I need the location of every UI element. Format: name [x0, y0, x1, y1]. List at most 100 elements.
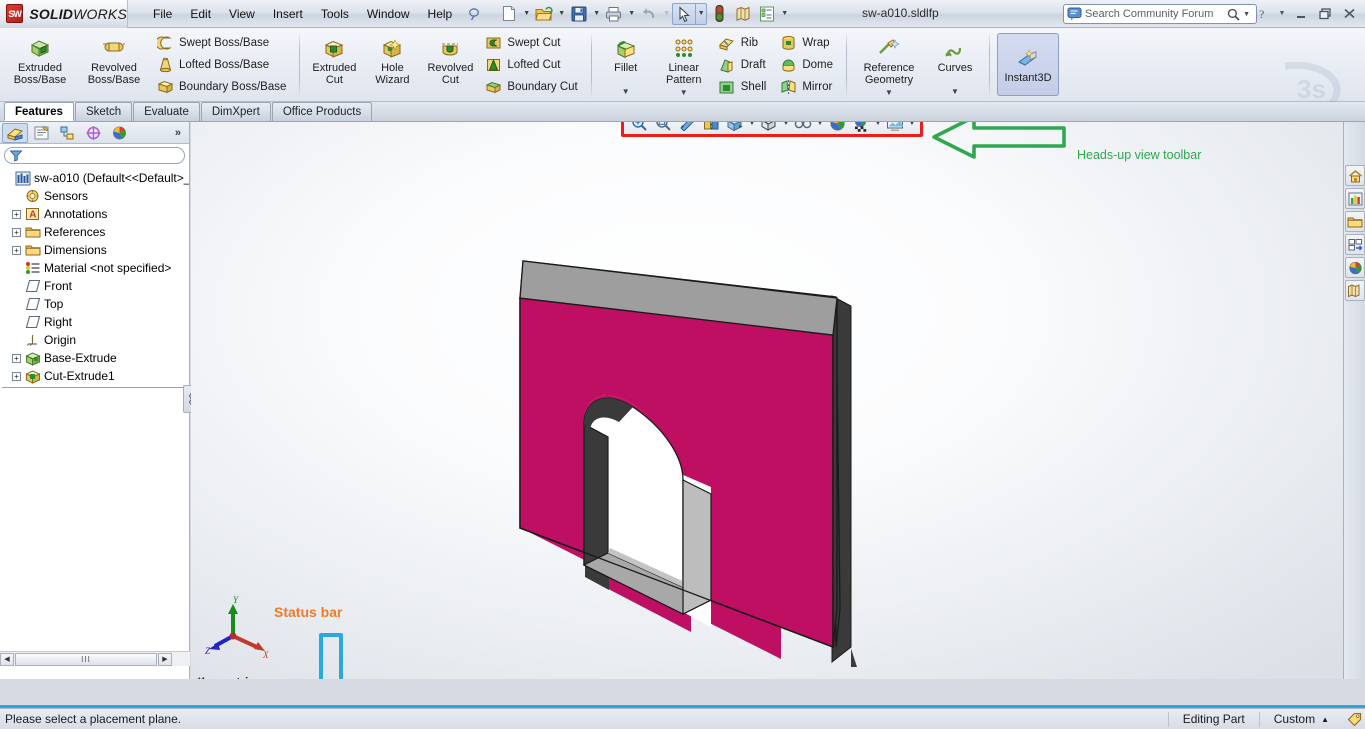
tab-office-products[interactable]: Office Products: [272, 102, 372, 121]
feature-tree-filter[interactable]: [4, 147, 185, 164]
search-caret-icon[interactable]: ▼: [1240, 11, 1253, 18]
tree-item-front-plane[interactable]: Front: [2, 277, 189, 295]
expand-references-icon[interactable]: +: [12, 228, 21, 237]
tab-dimxpert[interactable]: DimXpert: [201, 102, 271, 121]
dome-button[interactable]: Dome: [776, 54, 839, 76]
expand-base-extrude-icon[interactable]: +: [12, 354, 21, 363]
panel-tabs-more-button[interactable]: »: [175, 127, 181, 139]
zoom-to-area-icon[interactable]: [651, 122, 675, 134]
select-pointer-icon[interactable]: [672, 3, 696, 25]
zoom-to-fit-icon[interactable]: [627, 122, 651, 134]
solidworks-logo[interactable]: SW SOLIDWORKS: [0, 0, 128, 28]
graphics-viewport[interactable]: ▼ ▼ ▼ ▼ ▼ Heads-up view toolb: [191, 122, 1365, 679]
expand-dimensions-icon[interactable]: +: [12, 246, 21, 255]
linear-pattern-button[interactable]: Linear Pattern ▼: [655, 29, 713, 100]
feature-tree-hscrollbar[interactable]: ◀ III ▶: [0, 651, 190, 666]
reference-geometry-button[interactable]: Reference Geometry ▼: [852, 29, 926, 100]
tree-item-dimensions[interactable]: + Dimensions: [2, 241, 189, 259]
tree-item-base-extrude[interactable]: + Base-Extrude: [2, 349, 189, 367]
display-style-caret-icon[interactable]: ▼: [781, 122, 791, 134]
minimize-window-icon[interactable]: [1194, 122, 1209, 123]
extruded-boss-base-button[interactable]: Extruded Boss/Base: [3, 29, 77, 100]
tab-evaluate[interactable]: Evaluate: [133, 102, 200, 121]
dimxpert-icon[interactable]: [80, 123, 106, 143]
tag-icon[interactable]: [1343, 712, 1365, 726]
tree-item-cut-extrude1[interactable]: + Cut-Extrude1: [2, 367, 189, 385]
previous-view-icon[interactable]: [675, 122, 699, 134]
tree-item-origin[interactable]: Origin: [2, 331, 189, 349]
open-document-caret-icon[interactable]: ▼: [556, 3, 567, 25]
tree-item-part-root[interactable]: sw-a010 (Default<<Default>_P: [2, 169, 189, 187]
tree-rollback-bar[interactable]: [2, 387, 189, 388]
save-caret-icon[interactable]: ▼: [591, 3, 602, 25]
tree-item-right-plane[interactable]: Right: [2, 313, 189, 331]
scroll-thumb[interactable]: III: [15, 653, 157, 666]
close-icon[interactable]: [1339, 4, 1359, 23]
help-caret-icon[interactable]: ▼: [1277, 4, 1287, 23]
save-icon[interactable]: [567, 3, 591, 25]
expand-annotations-icon[interactable]: +: [12, 210, 21, 219]
scroll-left-arrow[interactable]: ◀: [0, 653, 14, 666]
view-settings-icon[interactable]: [883, 122, 907, 134]
file-explorer-icon[interactable]: [1345, 211, 1365, 232]
pushpin-icon[interactable]: [465, 5, 483, 23]
two-view-vertical-icon[interactable]: [1172, 122, 1187, 123]
apply-scene-icon[interactable]: [849, 122, 873, 134]
open-document-icon[interactable]: [532, 3, 556, 25]
draft-button[interactable]: Draft: [715, 54, 773, 76]
revolved-cut-button[interactable]: Revolved Cut: [421, 29, 479, 100]
tab-features[interactable]: Features: [4, 102, 74, 121]
view-orientation-icon[interactable]: [723, 122, 747, 134]
property-manager-icon[interactable]: [28, 123, 54, 143]
menu-item-edit[interactable]: Edit: [181, 4, 220, 24]
feature-tree-icon[interactable]: [2, 123, 28, 143]
rebuild-icon[interactable]: [707, 3, 731, 25]
search-community-forum[interactable]: Search Community Forum ▼: [1063, 4, 1257, 24]
fillet-caret-icon[interactable]: ▼: [622, 86, 630, 98]
menu-item-insert[interactable]: Insert: [264, 4, 312, 24]
instant3d-toggle[interactable]: Instant3D: [997, 33, 1059, 96]
status-units-caret-icon[interactable]: ▲: [1321, 715, 1329, 724]
tree-item-annotations[interactable]: + A Annotations: [2, 205, 189, 223]
hole-wizard-button[interactable]: Hole Wizard: [363, 29, 421, 100]
new-document-caret-icon[interactable]: ▼: [521, 3, 532, 25]
swept-boss-base-button[interactable]: Swept Boss/Base: [153, 32, 292, 54]
menu-item-window[interactable]: Window: [358, 4, 419, 24]
restore-icon[interactable]: [1315, 4, 1335, 23]
custom-properties-icon[interactable]: [1345, 280, 1365, 301]
apply-scene-caret-icon[interactable]: ▼: [873, 122, 883, 134]
tab-sketch[interactable]: Sketch: [75, 102, 132, 121]
rib-button[interactable]: Rib: [715, 32, 773, 54]
restore-window-icon[interactable]: [1216, 122, 1231, 123]
hide-show-items-icon[interactable]: [791, 122, 815, 134]
boundary-boss-base-button[interactable]: Boundary Boss/Base: [153, 76, 292, 98]
shell-button[interactable]: Shell: [715, 76, 773, 98]
tree-item-sensors[interactable]: Sensors: [2, 187, 189, 205]
wrap-button[interactable]: Wrap: [776, 32, 839, 54]
boundary-cut-button[interactable]: Boundary Cut: [481, 76, 583, 98]
expand-cut-extrude1-icon[interactable]: +: [12, 372, 21, 381]
tree-item-top-plane[interactable]: Top: [2, 295, 189, 313]
new-document-icon[interactable]: [497, 3, 521, 25]
help-icon[interactable]: ?: [1253, 4, 1273, 23]
view-palette-icon[interactable]: [1345, 234, 1365, 255]
curves-caret-icon[interactable]: ▼: [951, 86, 959, 98]
mirror-button[interactable]: Mirror: [776, 76, 839, 98]
print-caret-icon[interactable]: ▼: [626, 3, 637, 25]
appearances-scenes-icon[interactable]: [1345, 257, 1365, 278]
lofted-cut-button[interactable]: Lofted Cut: [481, 54, 583, 76]
linear-pattern-caret-icon[interactable]: ▼: [680, 87, 688, 99]
view-settings-caret-icon[interactable]: ▼: [907, 122, 917, 134]
scroll-right-arrow[interactable]: ▶: [158, 653, 172, 666]
design-library-icon[interactable]: [1345, 188, 1365, 209]
status-units[interactable]: Custom ▲: [1259, 712, 1343, 727]
revolved-boss-base-button[interactable]: Revolved Boss/Base: [77, 29, 151, 100]
display-style-icon[interactable]: [757, 122, 781, 134]
select-caret-icon[interactable]: ▼: [696, 3, 707, 25]
section-view-icon[interactable]: [699, 122, 723, 134]
display-manager-icon[interactable]: [106, 123, 132, 143]
fillet-button[interactable]: Fillet ▼: [597, 29, 655, 100]
hide-show-caret-icon[interactable]: ▼: [815, 122, 825, 134]
options-icon[interactable]: [755, 3, 779, 25]
menu-item-tools[interactable]: Tools: [312, 4, 358, 24]
